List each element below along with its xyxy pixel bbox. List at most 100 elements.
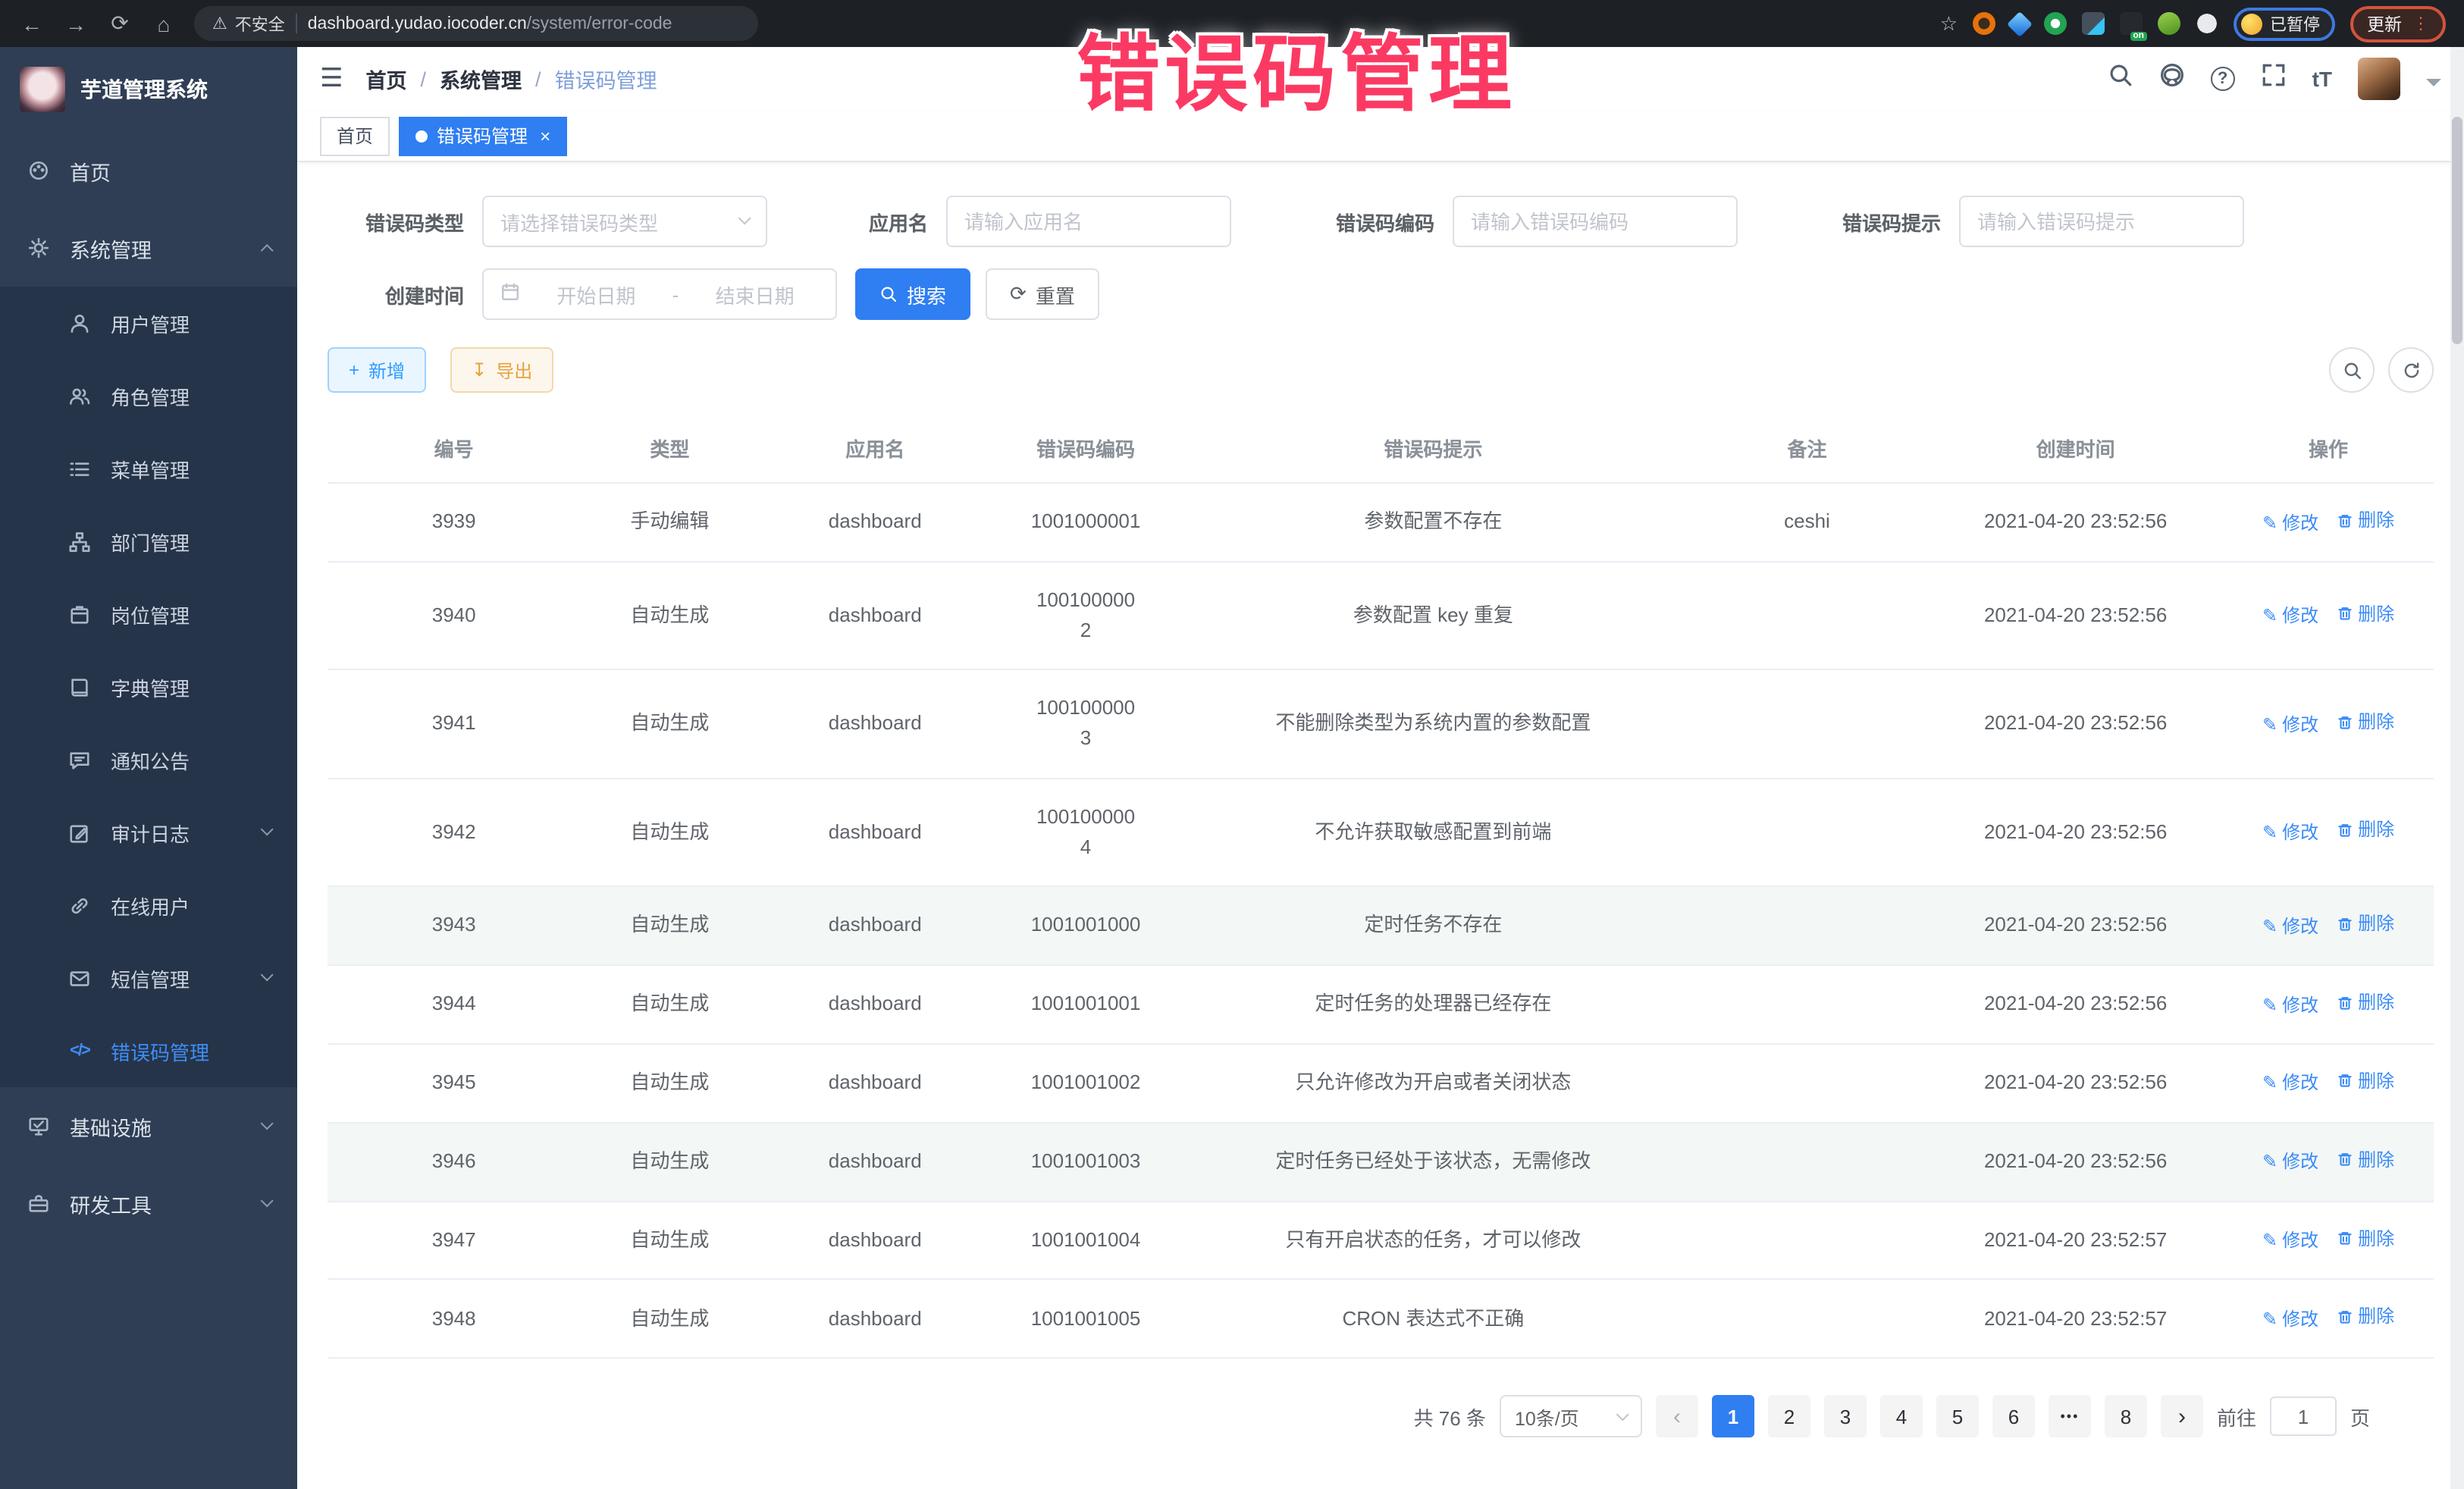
sidebar-collapse-icon[interactable]: ☰ [320, 64, 343, 94]
sidebar-item-menus[interactable]: 菜单管理 [0, 432, 297, 505]
delete-link[interactable]: 删除 [2337, 708, 2394, 736]
date-range-picker[interactable]: 开始日期 - 结束日期 [482, 268, 837, 320]
scrollbar[interactable] [2450, 47, 2464, 1489]
edit-link[interactable]: ✎修改 [2262, 1070, 2318, 1098]
forward-icon[interactable]: → [62, 11, 89, 36]
page-button-5[interactable]: 5 [1936, 1396, 1979, 1438]
browser-menu-icon[interactable]: ⋮ [2412, 14, 2429, 33]
tag-home[interactable]: 首页 [320, 116, 390, 155]
plus-icon: + [349, 359, 359, 381]
close-icon[interactable]: × [540, 125, 550, 146]
profile-paused-badge[interactable]: 已暂停 [2234, 7, 2335, 40]
breadcrumb-current: 错误码管理 [555, 64, 657, 94]
address-bar[interactable]: ⚠ 不安全 dashboard.yudao.iocoder.cn/system/… [194, 6, 758, 41]
user-avatar[interactable] [2358, 58, 2400, 100]
url-text: dashboard.yudao.iocoder.cn/system/error-… [308, 14, 672, 33]
envelope-icon [67, 967, 92, 989]
reload-icon[interactable]: ⟳ [106, 11, 133, 36]
edit-link[interactable]: ✎修改 [2262, 509, 2318, 538]
error-code-input[interactable] [1471, 210, 1719, 233]
sidebar-item-home[interactable]: 首页 [0, 132, 297, 209]
sidebar-item-audit-log[interactable]: 审计日志 [0, 796, 297, 869]
chrome-update-button[interactable]: 更新 ⋮ [2350, 5, 2446, 42]
sidebar-item-dictionary[interactable]: 字典管理 [0, 650, 297, 723]
delete-link[interactable]: 删除 [2337, 1067, 2394, 1095]
add-button[interactable]: + 新增 [328, 347, 426, 393]
edit-link[interactable]: ✎修改 [2262, 603, 2318, 631]
delete-link[interactable]: 删除 [2337, 1224, 2394, 1252]
sidebar-item-error-code[interactable]: </> 错误码管理 [0, 1014, 297, 1087]
page-button-3[interactable]: 3 [1824, 1396, 1867, 1438]
help-icon[interactable]: ? [2211, 67, 2235, 91]
edit-link[interactable]: ✎修改 [2262, 912, 2318, 940]
sidebar-item-system[interactable]: 系统管理 [0, 209, 297, 287]
delete-link[interactable]: 删除 [2337, 910, 2394, 938]
edit-link[interactable]: ✎修改 [2262, 710, 2318, 738]
extension-icon[interactable] [2044, 12, 2067, 35]
warning-icon: ⚠ [212, 14, 227, 33]
app-name-input[interactable] [964, 210, 1213, 233]
prev-page-button[interactable]: ‹ [1656, 1396, 1698, 1438]
toggle-search-button[interactable] [2329, 347, 2375, 393]
extension-icon[interactable] [2007, 11, 2033, 36]
bookmark-star-icon[interactable]: ☆ [1940, 11, 1958, 36]
scrollbar-thumb[interactable] [2452, 117, 2462, 344]
extension-icon[interactable] [2158, 12, 2180, 35]
sidebar-item-online-users[interactable]: 在线用户 [0, 869, 297, 942]
filter-label-create-time: 创建时间 [328, 280, 482, 309]
breadcrumb-home[interactable]: 首页 [366, 64, 407, 94]
sidebar-item-roles[interactable]: 角色管理 [0, 359, 297, 432]
error-hint-input[interactable] [1977, 210, 2226, 233]
org-tree-icon [67, 530, 92, 553]
caret-down-icon[interactable] [2426, 79, 2441, 94]
end-date-placeholder: 结束日期 [691, 280, 819, 309]
page-size-select[interactable]: 10条/页 [1500, 1396, 1642, 1438]
delete-link[interactable]: 删除 [2337, 506, 2394, 534]
refresh-table-button[interactable] [2388, 347, 2434, 393]
edit-link[interactable]: ✎修改 [2262, 1306, 2318, 1334]
page-ellipsis[interactable]: ••• [2049, 1396, 2091, 1438]
sidebar-item-departments[interactable]: 部门管理 [0, 505, 297, 578]
next-page-button[interactable]: › [2161, 1396, 2203, 1438]
not-secure-warning[interactable]: ⚠ 不安全 [212, 11, 285, 36]
puzzle-extensions-icon[interactable] [2196, 12, 2218, 35]
search-button[interactable]: 搜索 [855, 268, 970, 320]
error-type-select[interactable]: 请选择错误码类型 [482, 196, 767, 247]
sidebar-item-sms[interactable]: 短信管理 [0, 942, 297, 1014]
font-size-icon[interactable]: tT [2312, 67, 2332, 91]
edit-link[interactable]: ✎修改 [2262, 1149, 2318, 1177]
page-button-2[interactable]: 2 [1768, 1396, 1810, 1438]
sidebar-item-announcements[interactable]: 通知公告 [0, 723, 297, 796]
breadcrumb-system[interactable]: 系统管理 [440, 64, 522, 94]
extension-icon[interactable] [2082, 12, 2105, 35]
page-button-1[interactable]: 1 [1712, 1396, 1754, 1438]
home-icon[interactable]: ⌂ [150, 11, 177, 36]
delete-link[interactable]: 删除 [2337, 600, 2394, 628]
sidebar-item-posts[interactable]: 岗位管理 [0, 578, 297, 650]
reset-button[interactable]: ⟳ 重置 [986, 268, 1099, 320]
sidebar-item-users[interactable]: 用户管理 [0, 287, 297, 359]
table-header-row: 编号 类型 应用名 错误码编码 错误码提示 备注 创建时间 操作 [328, 414, 2434, 483]
extension-icon[interactable]: on [2120, 12, 2143, 35]
tag-error-code[interactable]: 错误码管理 × [399, 116, 567, 155]
delete-link[interactable]: 删除 [2337, 1146, 2394, 1174]
export-button[interactable]: ↧ 导出 [450, 347, 553, 393]
delete-link[interactable]: 删除 [2337, 816, 2394, 844]
github-icon[interactable] [2159, 62, 2185, 96]
page-button-6[interactable]: 6 [1992, 1396, 2035, 1438]
sidebar-submenu-system: 用户管理 角色管理 菜单管理 部门管理 岗位管理 [0, 287, 297, 1087]
goto-page-input[interactable] [2270, 1397, 2337, 1437]
back-icon[interactable]: ← [18, 11, 45, 36]
page-button-4[interactable]: 4 [1880, 1396, 1923, 1438]
edit-link[interactable]: ✎修改 [2262, 1227, 2318, 1255]
sidebar-item-dev-tools[interactable]: 研发工具 [0, 1165, 297, 1242]
delete-link[interactable]: 删除 [2337, 1303, 2394, 1331]
extension-icon[interactable] [1973, 12, 1995, 35]
search-icon[interactable] [2108, 62, 2133, 96]
sidebar-item-infrastructure[interactable]: 基础设施 [0, 1087, 297, 1165]
edit-link[interactable]: ✎修改 [2262, 819, 2318, 847]
delete-link[interactable]: 删除 [2337, 988, 2394, 1016]
page-button-8[interactable]: 8 [2105, 1396, 2147, 1438]
fullscreen-icon[interactable] [2261, 62, 2287, 96]
edit-link[interactable]: ✎修改 [2262, 991, 2318, 1019]
